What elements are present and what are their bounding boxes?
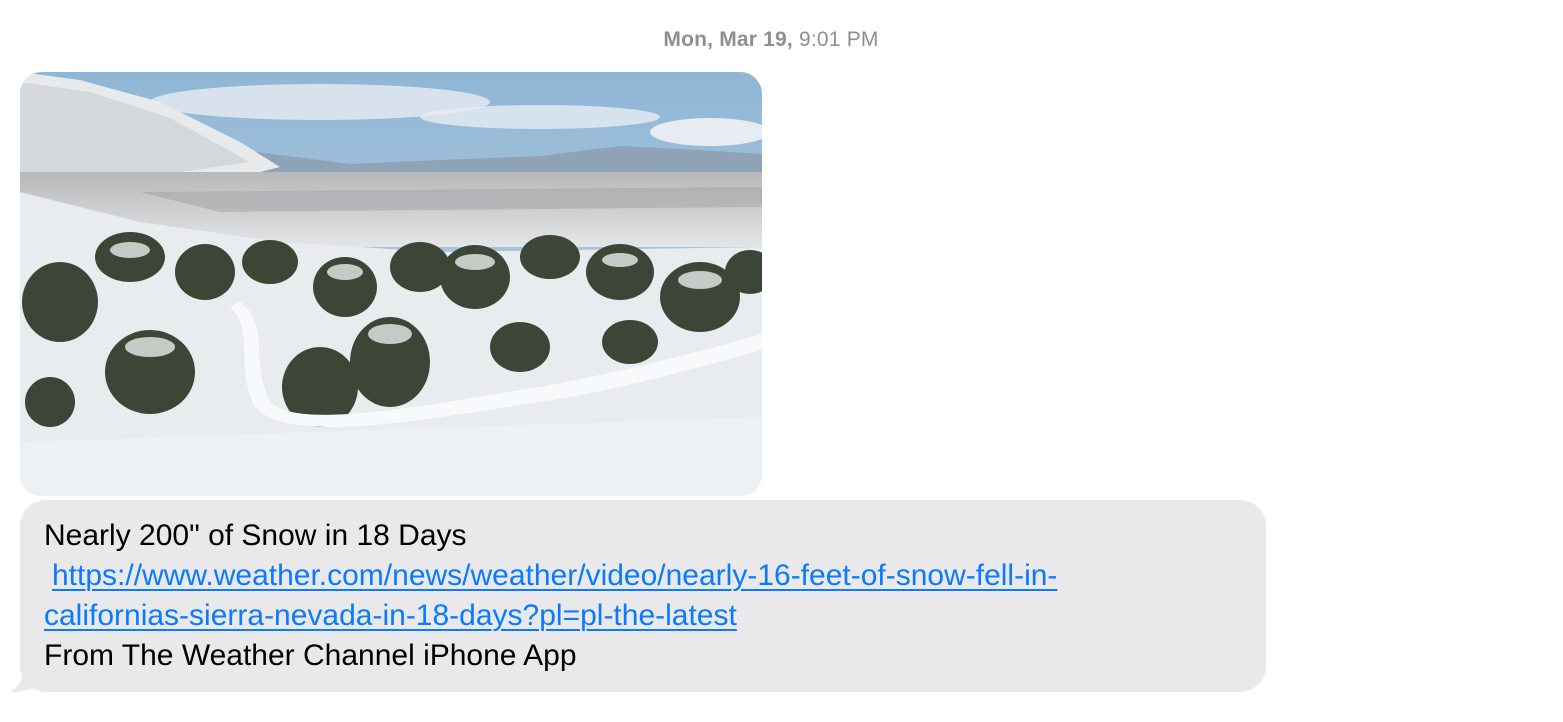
article-link[interactable]: https://www.weather.com/news/weather/vid… <box>44 556 1242 636</box>
image-attachment[interactable] <box>20 72 762 496</box>
link-line-1[interactable]: https://www.weather.com/news/weather/vid… <box>44 556 1242 596</box>
snowy-landscape-photo <box>20 72 762 496</box>
message-title: Nearly 200" of Snow in 18 Days <box>44 519 467 552</box>
message-timestamp: Mon, Mar 19, 9:01 PM <box>0 28 1542 52</box>
link-line-2[interactable]: californias-sierra-nevada-in-18-days?pl=… <box>44 596 1242 636</box>
timestamp-day: Mon, Mar 19, <box>663 28 793 51</box>
timestamp-time: 9:01 PM <box>799 28 879 51</box>
message-bubble[interactable]: Nearly 200" of Snow in 18 Days https://w… <box>20 500 1266 692</box>
message-source: From The Weather Channel iPhone App <box>44 639 577 672</box>
